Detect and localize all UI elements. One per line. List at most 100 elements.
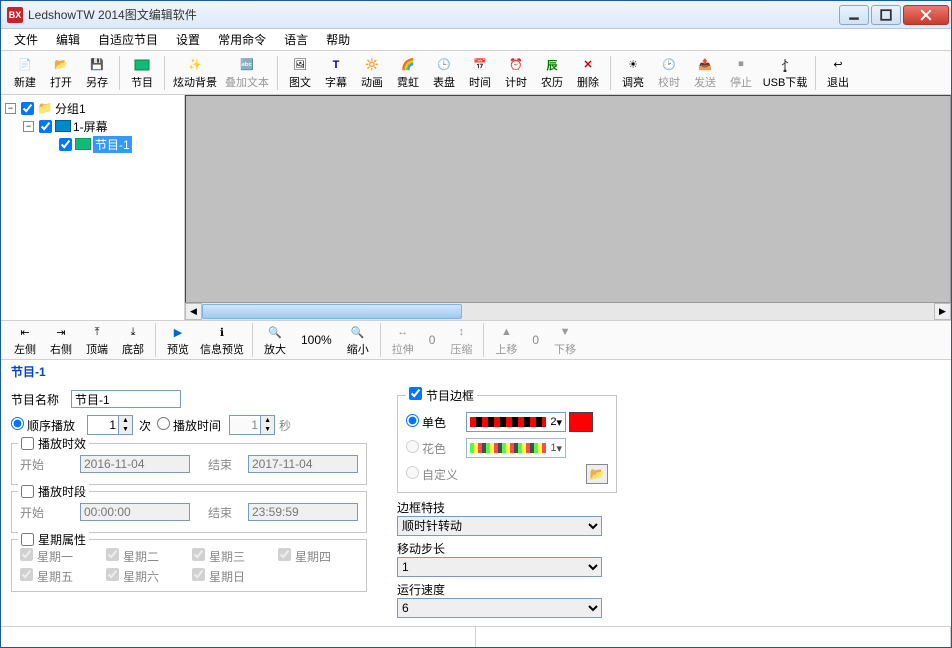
border-effect-select[interactable]: 顺时针转动 <box>397 516 602 536</box>
move-step-select[interactable]: 1 <box>397 557 602 577</box>
neon-button[interactable]: 🌈霓虹 <box>390 53 426 93</box>
run-speed-label: 运行速度 <box>397 581 617 598</box>
bg-button[interactable]: ✨炫动背景 <box>169 53 221 93</box>
menu-language[interactable]: 语言 <box>275 29 317 50</box>
horizontal-scrollbar[interactable]: ◀ ▶ <box>185 303 951 320</box>
tree-toggle[interactable]: − <box>5 103 16 114</box>
scroll-thumb[interactable] <box>202 304 462 319</box>
tree-screen-label[interactable]: 1-屏幕 <box>73 118 108 135</box>
wed-checkbox: 星期三 <box>192 548 272 565</box>
menu-file[interactable]: 文件 <box>5 29 47 50</box>
play-effect-checkbox[interactable] <box>21 437 34 450</box>
program-name-input[interactable] <box>71 390 181 408</box>
move-up-button[interactable]: ▲上移 <box>488 320 524 360</box>
playtime-spinner[interactable]: ▲▼ <box>229 415 275 435</box>
preview-canvas[interactable] <box>185 95 951 303</box>
maximize-button[interactable] <box>871 5 901 25</box>
menu-autofit[interactable]: 自适应节目 <box>89 29 167 50</box>
anim-button[interactable]: 🔆动画 <box>354 53 390 93</box>
lunar-button[interactable]: 辰农历 <box>534 53 570 93</box>
folder-icon: 📁 <box>37 101 53 115</box>
stop-button[interactable]: ⏹停止 <box>723 53 759 93</box>
program-button[interactable]: 节目 <box>124 53 160 93</box>
tree-checkbox[interactable] <box>21 102 34 115</box>
tree-checkbox[interactable] <box>39 120 52 133</box>
custom-radio[interactable]: 自定义 <box>406 466 458 483</box>
program-icon <box>133 56 151 74</box>
open-file-button[interactable]: 📂 <box>586 464 608 484</box>
screen-icon <box>55 119 71 133</box>
end-time-input <box>248 503 358 521</box>
align-left-button[interactable]: ⇤左侧 <box>7 320 43 360</box>
week-attr-checkbox[interactable] <box>21 533 34 546</box>
delete-button[interactable]: ✕删除 <box>570 53 606 93</box>
multi-color-radio[interactable]: 花色 <box>406 440 446 457</box>
pattern1-select[interactable]: 2 ▾ <box>466 412 566 432</box>
clock-dial-icon: 🕒 <box>435 56 453 74</box>
play-period-checkbox[interactable] <box>21 485 34 498</box>
menu-edit[interactable]: 编辑 <box>47 29 89 50</box>
preview-button[interactable]: ▶预览 <box>160 320 196 360</box>
zoom-out-button[interactable]: 🔍缩小 <box>340 320 376 360</box>
times-spinner[interactable]: ▲▼ <box>87 415 133 435</box>
tree-group-label[interactable]: 分组1 <box>55 100 86 117</box>
tree-checkbox[interactable] <box>59 138 72 151</box>
pic-button[interactable]: 🖼图文 <box>282 53 318 93</box>
run-speed-select[interactable]: 6 <box>397 598 602 618</box>
start-date-input <box>80 455 190 473</box>
props-title: 节目-1 <box>1 360 951 383</box>
overlay-button[interactable]: 🔤叠加文本 <box>221 53 273 93</box>
dial-button[interactable]: 🕒表盘 <box>426 53 462 93</box>
move-value: 0 <box>524 333 547 347</box>
move-step-label: 移动步长 <box>397 540 617 557</box>
open-button[interactable]: 📂打开 <box>43 53 79 93</box>
scroll-left-icon[interactable]: ◀ <box>185 303 202 320</box>
stretch-value: 0 <box>421 333 444 347</box>
compress-button[interactable]: ↕压缩 <box>443 320 479 360</box>
caption-button[interactable]: T字幕 <box>318 53 354 93</box>
saveas-button[interactable]: 💾另存 <box>79 53 115 93</box>
new-button[interactable]: 📄新建 <box>7 53 43 93</box>
menu-common[interactable]: 常用命令 <box>209 29 275 50</box>
timer-button[interactable]: ⏰计时 <box>498 53 534 93</box>
tree-program-label[interactable]: 节目-1 <box>93 136 132 153</box>
stretch-button[interactable]: ↔拉伸 <box>385 320 421 360</box>
border-checkbox[interactable] <box>409 387 422 400</box>
scroll-right-icon[interactable]: ▶ <box>934 303 951 320</box>
orderplay-radio[interactable]: 顺序播放 <box>11 417 75 434</box>
fri-checkbox: 星期五 <box>20 568 100 585</box>
playtime-radio[interactable]: 播放时间 <box>157 417 221 434</box>
file-icon: 📄 <box>16 56 34 74</box>
text-overlay-icon: 🔤 <box>238 56 256 74</box>
menu-help[interactable]: 帮助 <box>317 29 359 50</box>
send-button[interactable]: 📤发送 <box>687 53 723 93</box>
align-right-button[interactable]: ⇥右侧 <box>43 320 79 360</box>
zoom-in-button[interactable]: 🔍放大 <box>257 320 293 360</box>
usb-button[interactable]: USB下载 <box>759 53 811 93</box>
border-effect-label: 边框特技 <box>397 499 617 516</box>
close-button[interactable] <box>903 5 949 25</box>
sat-checkbox: 星期六 <box>106 568 186 585</box>
window-title: LedshowTW 2014图文编辑软件 <box>28 6 837 23</box>
main-toolbar: 📄新建 📂打开 💾另存 节目 ✨炫动背景 🔤叠加文本 🖼图文 T字幕 🔆动画 🌈… <box>1 51 951 95</box>
name-label: 节目名称 <box>11 391 71 408</box>
menu-settings[interactable]: 设置 <box>167 29 209 50</box>
move-down-button[interactable]: ▼下移 <box>547 320 583 360</box>
align-bottom-button[interactable]: ⤓底部 <box>115 320 151 360</box>
align-top-button[interactable]: ⤒顶端 <box>79 320 115 360</box>
brightness-button[interactable]: ☀调亮 <box>615 53 651 93</box>
time-button[interactable]: 📅时间 <box>462 53 498 93</box>
mon-checkbox: 星期一 <box>20 548 100 565</box>
stretch-icon: ↔ <box>394 323 412 341</box>
info-preview-button[interactable]: ℹ信息预览 <box>196 320 248 360</box>
color-button[interactable] <box>569 412 593 432</box>
minimize-button[interactable] <box>839 5 869 25</box>
align-bottom-icon: ⤓ <box>124 323 142 341</box>
adjusttime-button[interactable]: 🕑校时 <box>651 53 687 93</box>
thu-checkbox: 星期四 <box>278 548 358 565</box>
tree-toggle[interactable]: − <box>23 121 34 132</box>
statusbar <box>1 626 951 647</box>
single-color-radio[interactable]: 单色 <box>406 414 446 431</box>
exit-button[interactable]: ↩退出 <box>820 53 856 93</box>
exit-icon: ↩ <box>829 56 847 74</box>
